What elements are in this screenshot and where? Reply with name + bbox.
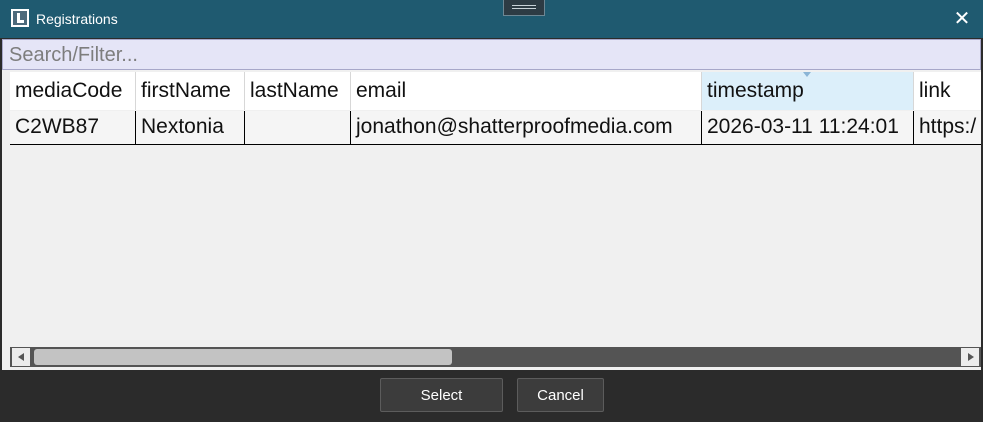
column-header-lastname[interactable]: lastName xyxy=(245,72,351,110)
app-icon xyxy=(11,9,29,27)
search-filter-box[interactable] xyxy=(2,39,981,70)
cell-link[interactable]: https:/ xyxy=(914,111,981,145)
column-header-mediacode[interactable]: mediaCode xyxy=(10,72,136,110)
horizontal-scrollbar[interactable] xyxy=(10,347,981,367)
search-input[interactable] xyxy=(9,44,974,67)
dialog-footer: Select Cancel xyxy=(0,370,983,422)
table-row[interactable]: C2WB87 Nextonia jonathon@shatterproofmed… xyxy=(10,111,981,145)
select-button[interactable]: Select xyxy=(380,378,503,412)
scroll-left-icon[interactable] xyxy=(12,348,30,366)
column-header-timestamp[interactable]: timestamp xyxy=(702,72,914,110)
cancel-button[interactable]: Cancel xyxy=(517,378,604,412)
column-header-link[interactable]: link xyxy=(914,72,981,110)
registrations-table: mediaCode firstName lastName email times… xyxy=(2,70,981,370)
scroll-right-icon[interactable] xyxy=(961,348,979,366)
cell-firstname[interactable]: Nextonia xyxy=(136,111,245,145)
window-title: Registrations xyxy=(36,11,118,27)
cell-mediacode[interactable]: C2WB87 xyxy=(10,111,136,145)
grip-icon[interactable] xyxy=(503,0,545,16)
sort-indicator-icon xyxy=(803,72,811,77)
column-header-email[interactable]: email xyxy=(351,72,702,110)
cell-lastname[interactable] xyxy=(245,111,351,145)
title-bar[interactable]: Registrations ✕ xyxy=(0,0,983,38)
cell-timestamp[interactable]: 2026-03-11 11:24:01 xyxy=(702,111,914,145)
scroll-thumb[interactable] xyxy=(34,349,452,365)
registrations-window: Registrations ✕ mediaCode firstName last… xyxy=(0,0,983,422)
table-header-row: mediaCode firstName lastName email times… xyxy=(10,72,981,110)
cell-email[interactable]: jonathon@shatterproofmedia.com xyxy=(351,111,702,145)
close-icon[interactable]: ✕ xyxy=(944,4,980,34)
column-header-firstname[interactable]: firstName xyxy=(136,72,245,110)
